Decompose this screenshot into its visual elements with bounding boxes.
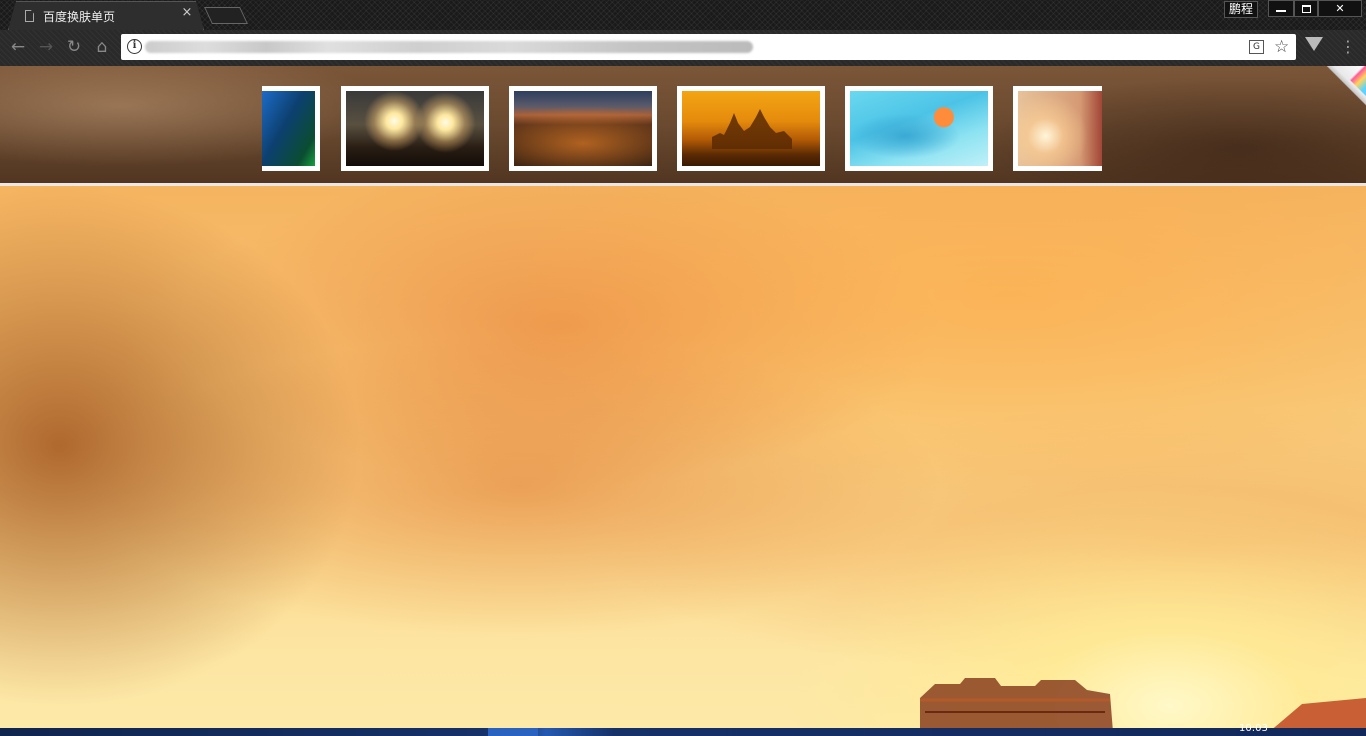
browser-toolbar: ← → ↻ ⌂ i G ☆ ⋮: [0, 30, 1366, 66]
user-profile-button[interactable]: 鹏程: [1224, 1, 1259, 18]
skin-thumbnail-golden-temples[interactable]: [677, 86, 825, 171]
close-icon: ✕: [1335, 2, 1345, 15]
address-bar[interactable]: i G ☆: [121, 34, 1296, 60]
home-button[interactable]: ⌂: [91, 36, 113, 58]
train-sunset-image: [1018, 91, 1102, 166]
minimize-button[interactable]: [1268, 0, 1294, 17]
active-taskbar-item[interactable]: [488, 728, 538, 736]
reload-button[interactable]: ↻: [63, 36, 85, 58]
skin-toggle-page-curl[interactable]: [1326, 66, 1366, 106]
bookmark-star-icon[interactable]: ☆: [1274, 36, 1289, 58]
skin-thumbnail-concert[interactable]: [341, 86, 489, 171]
browser-tab[interactable]: 百度换肤单页: [8, 1, 204, 30]
golden-temples-image: [682, 91, 820, 166]
extension-v-icon[interactable]: [1305, 37, 1323, 51]
info-icon[interactable]: i: [127, 39, 142, 54]
translate-icon[interactable]: G: [1249, 40, 1264, 54]
building-silhouette: [920, 678, 1113, 728]
document-icon: [25, 10, 34, 22]
skin-selector-bar: [0, 66, 1366, 186]
concert-image: [346, 91, 484, 166]
page-background: [0, 66, 1366, 728]
aurora-image: [262, 91, 315, 166]
title-bar: 百度换肤单页 × 鹏程 ✕: [0, 0, 1366, 30]
temple-silhouette: [712, 109, 792, 149]
back-button[interactable]: ←: [7, 36, 29, 58]
close-window-button[interactable]: ✕: [1318, 0, 1362, 17]
forward-button[interactable]: →: [35, 36, 57, 58]
tab-close-icon[interactable]: ×: [180, 6, 194, 20]
menu-icon[interactable]: ⋮: [1338, 36, 1358, 58]
skin-thumbnail-strip: [262, 86, 1102, 172]
roof-silhouette: [1273, 698, 1366, 728]
city-night-image: [514, 91, 652, 166]
minimize-icon: [1276, 10, 1286, 12]
skin-thumbnail-pool-flower[interactable]: [845, 86, 993, 171]
restore-icon: [1301, 5, 1311, 13]
rainbow-fold-icon: [1336, 66, 1366, 96]
new-tab-button[interactable]: [204, 7, 248, 24]
blurred-url: [145, 41, 753, 53]
os-taskbar: 10:03: [0, 723, 1366, 736]
taskbar-clock[interactable]: 10:03: [1239, 723, 1268, 731]
skin-thumbnail-aurora[interactable]: [262, 86, 320, 171]
skin-thumbnail-train-sunset[interactable]: [1013, 86, 1102, 171]
pool-flower-image: [850, 91, 988, 166]
skin-thumbnail-city-night[interactable]: [509, 86, 657, 171]
restore-button[interactable]: [1294, 0, 1318, 17]
tab-title: 百度换肤单页: [43, 9, 116, 24]
